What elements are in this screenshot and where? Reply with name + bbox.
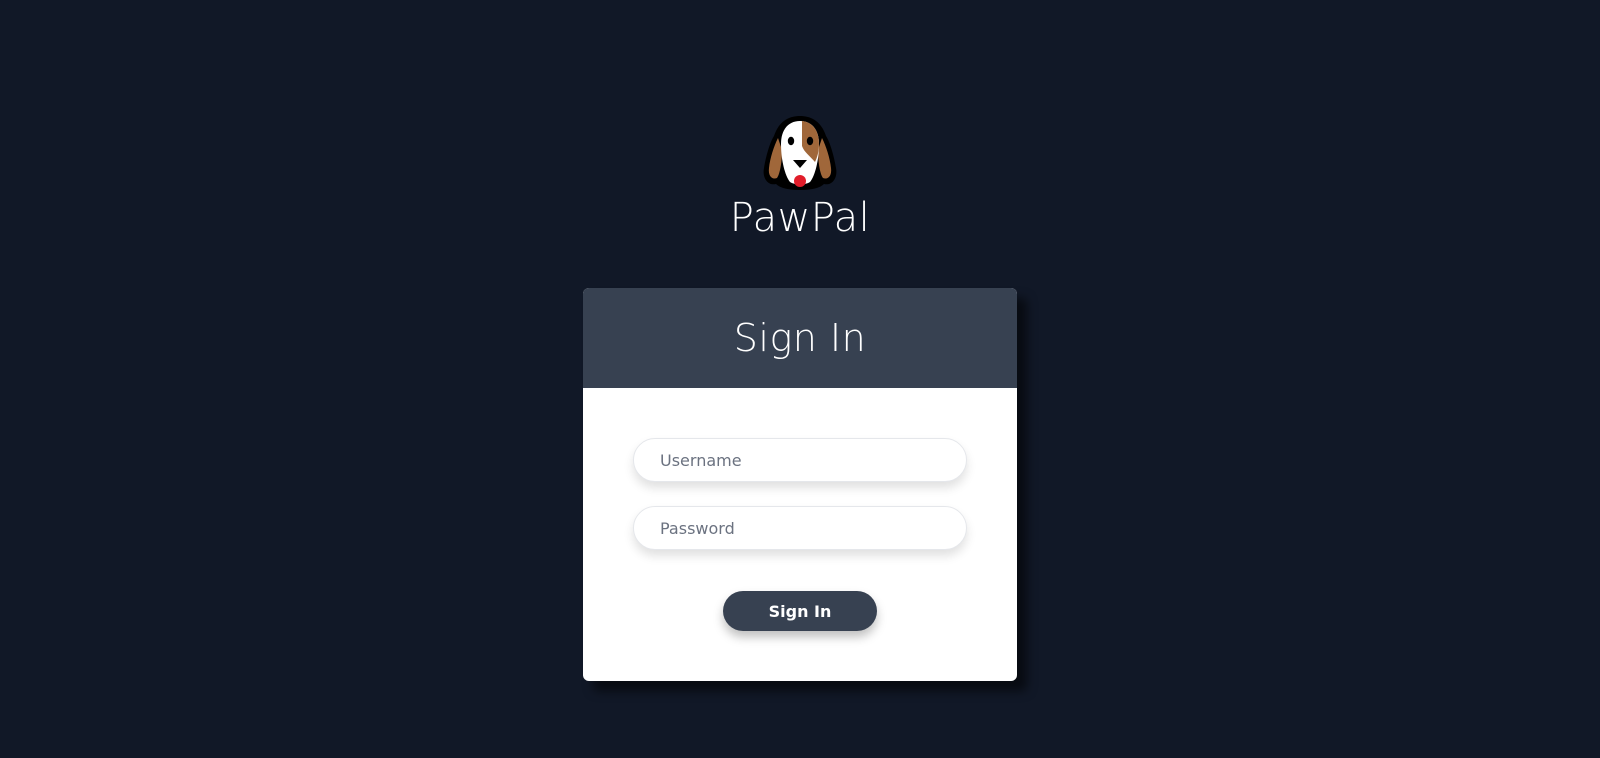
brand-name: PawPal bbox=[729, 195, 871, 241]
signin-button[interactable]: Sign In bbox=[723, 591, 877, 631]
dog-face-icon bbox=[763, 116, 837, 190]
signin-title: Sign In bbox=[733, 316, 867, 360]
signin-card-header: Sign In bbox=[583, 288, 1017, 388]
signin-card: Sign In Sign In bbox=[583, 288, 1017, 681]
brand: PawPal bbox=[0, 112, 1600, 242]
password-input[interactable] bbox=[633, 506, 967, 550]
username-input[interactable] bbox=[633, 438, 967, 482]
login-page: PawPal Sign In Sign In bbox=[0, 0, 1600, 758]
